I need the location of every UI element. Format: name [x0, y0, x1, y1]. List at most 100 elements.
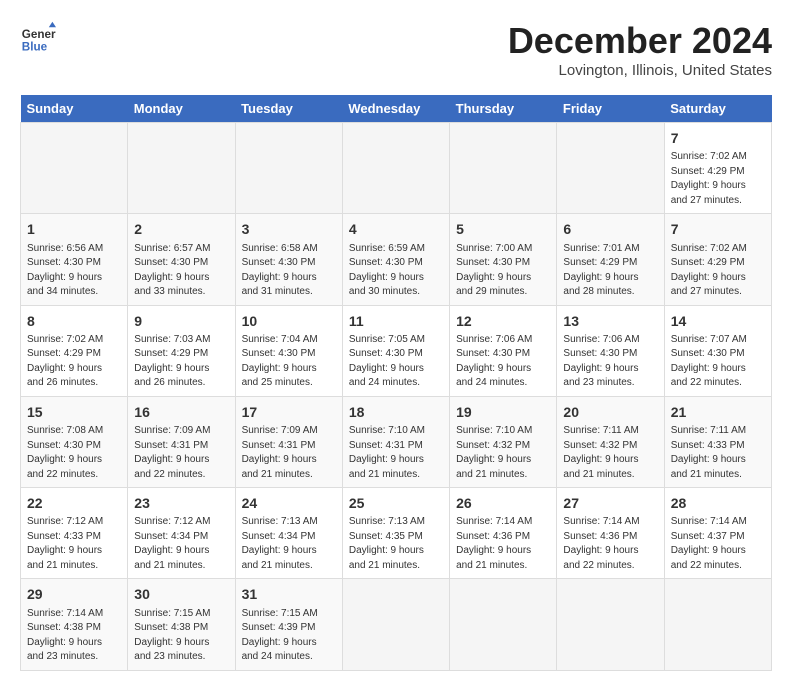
calendar-day-cell: 23Sunrise: 7:12 AM Sunset: 4:34 PM Dayli… [128, 488, 235, 579]
calendar-day-cell [342, 123, 449, 214]
day-header-thursday: Thursday [450, 95, 557, 123]
calendar-day-cell: 17Sunrise: 7:09 AM Sunset: 4:31 PM Dayli… [235, 396, 342, 487]
month-title: December 2024 [508, 20, 772, 62]
day-info: Sunrise: 7:03 AM Sunset: 4:29 PM Dayligh… [134, 333, 228, 391]
day-info: Sunrise: 7:14 AM Sunset: 4:36 PM Dayligh… [456, 515, 550, 573]
day-number: 26 [456, 493, 550, 513]
day-number: 12 [456, 311, 550, 331]
calendar-day-cell [128, 123, 235, 214]
calendar-day-cell: 11Sunrise: 7:05 AM Sunset: 4:30 PM Dayli… [342, 305, 449, 396]
calendar-day-cell: 7 Sunrise: 7:02 AM Sunset: 4:29 PM Daylig… [664, 214, 771, 305]
day-info: Sunrise: 7:06 AM Sunset: 4:30 PM Dayligh… [456, 333, 550, 391]
day-info: Sunrise: 7:04 AM Sunset: 4:30 PM Dayligh… [242, 333, 336, 391]
day-info: Sunrise: 7:09 AM Sunset: 4:31 PM Dayligh… [134, 424, 228, 482]
day-number: 6 [563, 219, 657, 239]
day-number: 25 [349, 493, 443, 513]
calendar-day-cell [235, 123, 342, 214]
day-info: Sunrise: 6:59 AM Sunset: 4:30 PM Dayligh… [349, 242, 443, 300]
day-info: Sunrise: 7:13 AM Sunset: 4:34 PM Dayligh… [242, 515, 336, 573]
day-info: Sunrise: 7:12 AM Sunset: 4:34 PM Dayligh… [134, 515, 228, 573]
day-info: Sunrise: 7:11 AM Sunset: 4:33 PM Dayligh… [671, 424, 765, 482]
day-info: Sunrise: 7:15 AM Sunset: 4:39 PM Dayligh… [242, 607, 336, 665]
day-info: Sunrise: 7:10 AM Sunset: 4:31 PM Dayligh… [349, 424, 443, 482]
calendar-header-row: SundayMondayTuesdayWednesdayThursdayFrid… [21, 95, 772, 123]
day-header-sunday: Sunday [21, 95, 128, 123]
calendar-day-cell: 9Sunrise: 7:03 AM Sunset: 4:29 PM Daylig… [128, 305, 235, 396]
day-number: 21 [671, 402, 765, 422]
day-info: Sunrise: 7:07 AM Sunset: 4:30 PM Dayligh… [671, 333, 765, 391]
calendar-day-cell: 13Sunrise: 7:06 AM Sunset: 4:30 PM Dayli… [557, 305, 664, 396]
calendar-day-cell: 5 Sunrise: 7:00 AM Sunset: 4:30 PM Daylig… [450, 214, 557, 305]
day-info: Sunrise: 7:02 AM Sunset: 4:29 PM Dayligh… [671, 242, 765, 300]
day-info: Sunrise: 7:01 AM Sunset: 4:29 PM Dayligh… [563, 242, 657, 300]
calendar-day-cell: 15Sunrise: 7:08 AM Sunset: 4:30 PM Dayli… [21, 396, 128, 487]
calendar-day-cell: 27Sunrise: 7:14 AM Sunset: 4:36 PM Dayli… [557, 488, 664, 579]
day-number: 7 [671, 219, 765, 239]
page-header: General Blue December 2024 Lovington, Il… [20, 20, 772, 79]
calendar-day-cell [557, 123, 664, 214]
calendar-week-row: 15Sunrise: 7:08 AM Sunset: 4:30 PM Dayli… [21, 396, 772, 487]
day-number: 30 [134, 584, 228, 604]
calendar-day-cell: 4Sunrise: 6:59 AM Sunset: 4:30 PM Daylig… [342, 214, 449, 305]
calendar-table: SundayMondayTuesdayWednesdayThursdayFrid… [20, 95, 772, 671]
day-header-wednesday: Wednesday [342, 95, 449, 123]
day-number: 2 [134, 219, 228, 239]
day-info: Sunrise: 6:56 AM Sunset: 4:30 PM Dayligh… [27, 242, 121, 300]
calendar-day-cell: 24Sunrise: 7:13 AM Sunset: 4:34 PM Dayli… [235, 488, 342, 579]
day-info: Sunrise: 7:14 AM Sunset: 4:37 PM Dayligh… [671, 515, 765, 573]
day-number: 11 [349, 311, 443, 331]
day-info: Sunrise: 7:02 AM Sunset: 4:29 PM Dayligh… [671, 150, 765, 208]
calendar-day-cell: 14Sunrise: 7:07 AM Sunset: 4:30 PM Dayli… [664, 305, 771, 396]
calendar-day-cell [450, 579, 557, 670]
calendar-day-cell: 6 Sunrise: 7:01 AM Sunset: 4:29 PM Daylig… [557, 214, 664, 305]
day-number: 8 [27, 311, 121, 331]
day-info: Sunrise: 7:08 AM Sunset: 4:30 PM Dayligh… [27, 424, 121, 482]
calendar-day-cell: 8Sunrise: 7:02 AM Sunset: 4:29 PM Daylig… [21, 305, 128, 396]
day-number: 20 [563, 402, 657, 422]
day-number: 9 [134, 311, 228, 331]
calendar-week-row: 1 Sunrise: 6:56 AM Sunset: 4:30 PM Daylig… [21, 214, 772, 305]
day-header-monday: Monday [128, 95, 235, 123]
calendar-day-cell: 28Sunrise: 7:14 AM Sunset: 4:37 PM Dayli… [664, 488, 771, 579]
calendar-day-cell [557, 579, 664, 670]
calendar-day-cell [664, 579, 771, 670]
day-info: Sunrise: 7:09 AM Sunset: 4:31 PM Dayligh… [242, 424, 336, 482]
title-block: December 2024 Lovington, Illinois, Unite… [508, 20, 772, 79]
day-info: Sunrise: 7:11 AM Sunset: 4:32 PM Dayligh… [563, 424, 657, 482]
calendar-day-cell [21, 123, 128, 214]
calendar-day-cell: 25Sunrise: 7:13 AM Sunset: 4:35 PM Dayli… [342, 488, 449, 579]
calendar-day-cell: 29Sunrise: 7:14 AM Sunset: 4:38 PM Dayli… [21, 579, 128, 670]
logo-icon: General Blue [20, 20, 56, 56]
day-number: 24 [242, 493, 336, 513]
day-header-saturday: Saturday [664, 95, 771, 123]
day-number: 3 [242, 219, 336, 239]
logo: General Blue [20, 20, 56, 56]
calendar-week-row: 8Sunrise: 7:02 AM Sunset: 4:29 PM Daylig… [21, 305, 772, 396]
day-info: Sunrise: 6:57 AM Sunset: 4:30 PM Dayligh… [134, 242, 228, 300]
day-number: 28 [671, 493, 765, 513]
calendar-day-cell [342, 579, 449, 670]
calendar-week-row: 29Sunrise: 7:14 AM Sunset: 4:38 PM Dayli… [21, 579, 772, 670]
day-info: Sunrise: 7:00 AM Sunset: 4:30 PM Dayligh… [456, 242, 550, 300]
day-number: 7 [671, 128, 765, 148]
day-number: 16 [134, 402, 228, 422]
calendar-day-cell: 22Sunrise: 7:12 AM Sunset: 4:33 PM Dayli… [21, 488, 128, 579]
day-number: 15 [27, 402, 121, 422]
calendar-day-cell: 1 Sunrise: 6:56 AM Sunset: 4:30 PM Daylig… [21, 214, 128, 305]
day-info: Sunrise: 7:02 AM Sunset: 4:29 PM Dayligh… [27, 333, 121, 391]
calendar-day-cell: 2 Sunrise: 6:57 AM Sunset: 4:30 PM Daylig… [128, 214, 235, 305]
day-number: 1 [27, 219, 121, 239]
calendar-day-cell [450, 123, 557, 214]
svg-text:General: General [22, 28, 56, 41]
day-info: Sunrise: 6:58 AM Sunset: 4:30 PM Dayligh… [242, 242, 336, 300]
day-number: 5 [456, 219, 550, 239]
day-info: Sunrise: 7:14 AM Sunset: 4:38 PM Dayligh… [27, 607, 121, 665]
day-info: Sunrise: 7:06 AM Sunset: 4:30 PM Dayligh… [563, 333, 657, 391]
svg-text:Blue: Blue [22, 41, 48, 54]
day-number: 23 [134, 493, 228, 513]
calendar-day-cell: 3 Sunrise: 6:58 AM Sunset: 4:30 PM Daylig… [235, 214, 342, 305]
location: Lovington, Illinois, United States [508, 62, 772, 79]
day-number: 27 [563, 493, 657, 513]
calendar-day-cell: 16Sunrise: 7:09 AM Sunset: 4:31 PM Dayli… [128, 396, 235, 487]
calendar-day-cell: 19Sunrise: 7:10 AM Sunset: 4:32 PM Dayli… [450, 396, 557, 487]
